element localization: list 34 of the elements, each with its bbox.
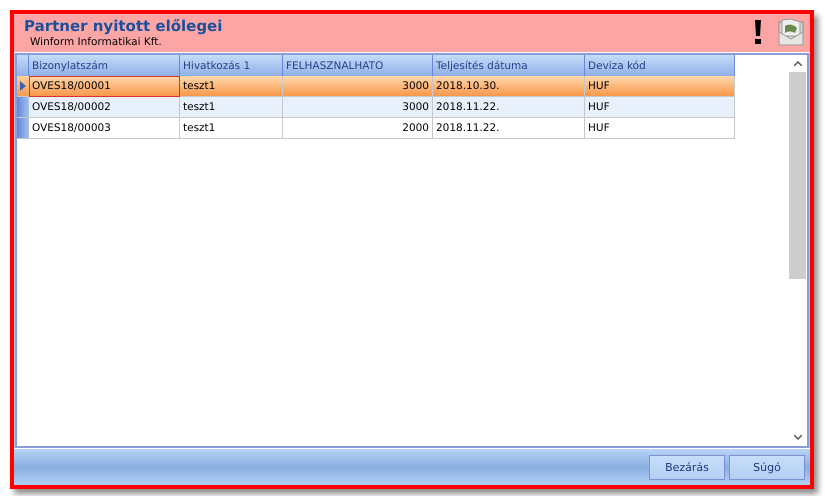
table-cell: 3000 [283, 76, 433, 97]
company-name: Winform Informatikai Kft. [29, 35, 163, 49]
table-cell: OVES18/00003 [29, 118, 180, 139]
window-title: Partner nyitott előlegei [24, 17, 224, 35]
dialog-button[interactable]: Bezárás [649, 454, 725, 480]
table-cell: teszt1 [180, 118, 283, 139]
table-cell: HUF [585, 97, 735, 118]
row-indicator[interactable] [17, 76, 29, 97]
column-header[interactable]: Deviza kód [585, 55, 735, 76]
table-cell: HUF [585, 118, 735, 139]
row-header-corner [17, 55, 29, 76]
scroll-down-icon[interactable] [794, 435, 802, 440]
column-header[interactable]: Hivatkozás 1 [180, 55, 283, 76]
table-cell: 2018.11.22. [433, 118, 585, 139]
table-cell: teszt1 [180, 97, 283, 118]
table-cell: HUF [585, 76, 735, 97]
table-cell: 2018.11.22. [433, 97, 585, 118]
dialog-button[interactable]: Súgó [729, 454, 805, 480]
envelope-icon[interactable] [778, 18, 804, 46]
row-indicator[interactable] [17, 97, 29, 118]
table-cell: teszt1 [180, 76, 283, 97]
scroll-up-icon[interactable] [794, 61, 802, 66]
table-cell: 3000 [283, 97, 433, 118]
table-cell: 2000 [283, 118, 433, 139]
row-indicator[interactable] [17, 118, 29, 139]
scrollbar-thumb[interactable] [789, 72, 806, 279]
current-row-icon [20, 81, 26, 91]
table-cell: 2018.10.30. [433, 76, 585, 97]
table-cell: OVES18/00002 [29, 97, 180, 118]
table-cell: OVES18/00001 [29, 76, 180, 97]
exclamation-icon[interactable] [754, 20, 762, 44]
column-header[interactable]: Bizonylatszám [29, 55, 180, 76]
column-header[interactable]: FELHASZNALHATO [283, 55, 433, 76]
column-header[interactable]: Teljesítés dátuma [433, 55, 585, 76]
